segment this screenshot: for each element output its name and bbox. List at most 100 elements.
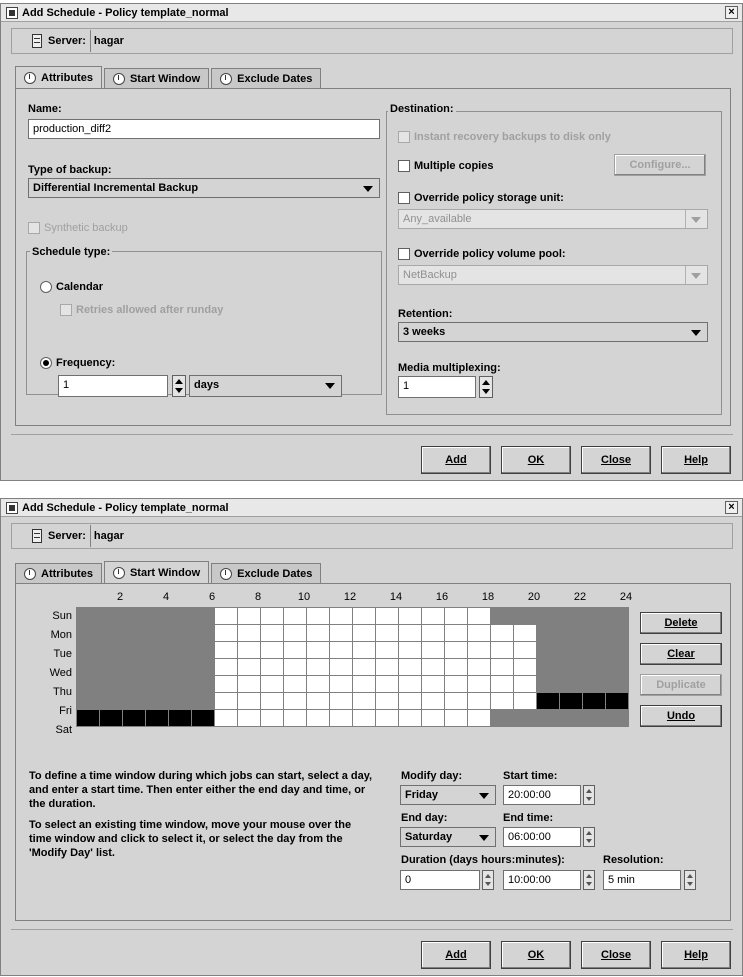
media-multiplexing-input[interactable]: 1 <box>398 376 476 398</box>
grid-cell[interactable] <box>76 641 100 659</box>
grid-cell[interactable] <box>536 709 560 727</box>
grid-cell[interactable] <box>375 658 399 676</box>
grid-cell[interactable] <box>467 675 491 693</box>
grid-cell[interactable] <box>559 624 583 642</box>
grid-cell[interactable] <box>490 658 514 676</box>
grid-cell[interactable] <box>444 675 468 693</box>
grid-cell[interactable] <box>421 607 445 625</box>
grid-cell[interactable] <box>490 641 514 659</box>
grid-cell[interactable] <box>99 675 123 693</box>
grid-cell[interactable] <box>76 658 100 676</box>
grid-cell[interactable] <box>513 658 537 676</box>
grid-cell[interactable] <box>467 692 491 710</box>
grid-cell[interactable] <box>168 692 192 710</box>
grid-cell[interactable] <box>306 607 330 625</box>
help-button[interactable]: Help <box>661 941 731 969</box>
grid-cell[interactable] <box>375 641 399 659</box>
grid-cell[interactable] <box>283 658 307 676</box>
grid-cell[interactable] <box>99 624 123 642</box>
grid-cell[interactable] <box>99 709 123 727</box>
undo-button[interactable]: Undo <box>640 705 722 727</box>
grid-cell[interactable] <box>306 624 330 642</box>
grid-cell[interactable] <box>145 709 169 727</box>
grid-cell[interactable] <box>237 675 261 693</box>
grid-cell[interactable] <box>283 607 307 625</box>
grid-cell[interactable] <box>375 709 399 727</box>
end-time-spinner[interactable] <box>583 827 595 847</box>
grid-cell[interactable] <box>490 675 514 693</box>
grid-cell[interactable] <box>467 709 491 727</box>
ok-button[interactable]: OK <box>501 941 571 969</box>
grid-cell[interactable] <box>352 607 376 625</box>
grid-cell[interactable] <box>329 658 353 676</box>
frequency-spinner[interactable] <box>172 375 186 397</box>
clear-button[interactable]: Clear <box>640 643 722 665</box>
grid-cell[interactable] <box>352 658 376 676</box>
grid-cell[interactable] <box>168 709 192 727</box>
grid-cell[interactable] <box>283 709 307 727</box>
grid-cell[interactable] <box>559 641 583 659</box>
grid-cell[interactable] <box>260 624 284 642</box>
grid-cell[interactable] <box>444 709 468 727</box>
duration-time-input[interactable]: 10:00:00 <box>503 870 581 890</box>
grid-cell[interactable] <box>398 658 422 676</box>
grid-cell[interactable] <box>122 675 146 693</box>
grid-cell[interactable] <box>122 624 146 642</box>
grid-cell[interactable] <box>352 675 376 693</box>
end-day-select[interactable]: Saturday <box>400 827 496 847</box>
grid-cell[interactable] <box>260 692 284 710</box>
tab-start-window[interactable]: Start Window <box>103 561 210 583</box>
grid-cell[interactable] <box>582 658 606 676</box>
duration-days-input[interactable]: 0 <box>400 870 480 890</box>
grid-cell[interactable] <box>490 692 514 710</box>
start-time-spinner[interactable] <box>583 785 595 805</box>
grid-cell[interactable] <box>260 641 284 659</box>
grid-cell[interactable] <box>444 624 468 642</box>
grid-cell[interactable] <box>237 709 261 727</box>
grid-cell[interactable] <box>237 624 261 642</box>
grid-cell[interactable] <box>398 624 422 642</box>
media-multiplexing-spinner[interactable] <box>479 376 493 398</box>
grid-cell[interactable] <box>398 709 422 727</box>
retries-allowed-checkbox[interactable] <box>60 304 72 316</box>
grid-cell[interactable] <box>329 624 353 642</box>
override-pool-checkbox[interactable] <box>398 248 410 260</box>
grid-cell[interactable] <box>375 607 399 625</box>
grid-cell[interactable] <box>490 624 514 642</box>
grid-cell[interactable] <box>260 709 284 727</box>
grid-cell[interactable] <box>214 692 238 710</box>
grid-cell[interactable] <box>76 675 100 693</box>
grid-cell[interactable] <box>513 675 537 693</box>
grid-cell[interactable] <box>605 709 629 727</box>
help-button[interactable]: Help <box>661 446 731 474</box>
grid-cell[interactable] <box>352 692 376 710</box>
grid-cell[interactable] <box>398 675 422 693</box>
grid-cell[interactable] <box>237 607 261 625</box>
grid-cell[interactable] <box>421 692 445 710</box>
grid-cell[interactable] <box>214 709 238 727</box>
frequency-unit-select[interactable]: days <box>189 375 342 397</box>
schedule-grid[interactable] <box>76 607 629 727</box>
grid-cell[interactable] <box>306 658 330 676</box>
grid-cell[interactable] <box>214 675 238 693</box>
grid-cell[interactable] <box>168 607 192 625</box>
grid-cell[interactable] <box>260 675 284 693</box>
close-icon[interactable]: × <box>725 501 738 514</box>
grid-cell[interactable] <box>329 607 353 625</box>
grid-cell[interactable] <box>214 641 238 659</box>
grid-cell[interactable] <box>122 709 146 727</box>
grid-cell[interactable] <box>168 641 192 659</box>
delete-button[interactable]: Delete <box>640 612 722 634</box>
grid-cell[interactable] <box>536 658 560 676</box>
grid-cell[interactable] <box>467 624 491 642</box>
grid-cell[interactable] <box>145 675 169 693</box>
grid-cell[interactable] <box>76 607 100 625</box>
grid-cell[interactable] <box>260 607 284 625</box>
grid-cell[interactable] <box>536 675 560 693</box>
grid-cell[interactable] <box>145 624 169 642</box>
duration-days-spinner[interactable] <box>482 870 494 890</box>
frequency-radio[interactable] <box>40 357 52 369</box>
grid-cell[interactable] <box>214 658 238 676</box>
grid-cell[interactable] <box>329 692 353 710</box>
grid-cell[interactable] <box>582 624 606 642</box>
